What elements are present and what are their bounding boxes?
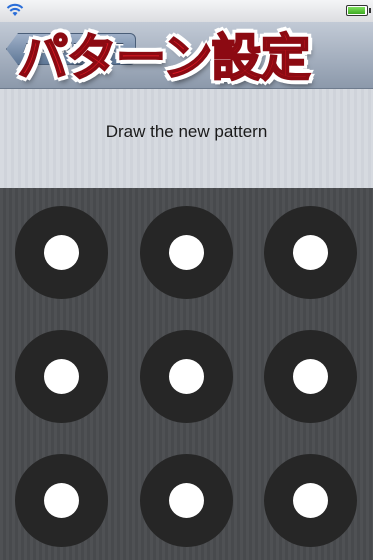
instruction-text: Draw the new pattern [105,122,268,141]
pattern-grid[interactable] [0,188,373,560]
pattern-dot[interactable] [264,206,357,299]
status-bar [0,0,373,22]
overlay-title: パターン設定 [17,28,311,88]
pattern-dot-center [44,483,79,518]
pattern-dot[interactable] [140,330,233,423]
pattern-dot-center [169,235,204,270]
pattern-dot[interactable] [140,454,233,547]
pattern-dot[interactable] [264,454,357,547]
battery-level [348,7,365,14]
battery-icon [346,5,371,16]
pattern-dot[interactable] [140,206,233,299]
pattern-dot-center [44,359,79,394]
instruction-area: Draw the new pattern [0,89,373,188]
pattern-dot-center [293,359,328,394]
pattern-dot[interactable] [15,454,108,547]
pattern-dot-center [293,235,328,270]
screen: AndroidLock XT パターン設定 Draw the new patte… [0,0,373,560]
wifi-icon [6,3,24,22]
pattern-dot-center [169,483,204,518]
pattern-dot-center [169,359,204,394]
pattern-dot[interactable] [264,330,357,423]
pattern-dot-center [293,483,328,518]
pattern-dot-center [44,235,79,270]
pattern-dot[interactable] [15,206,108,299]
pattern-dot[interactable] [15,330,108,423]
